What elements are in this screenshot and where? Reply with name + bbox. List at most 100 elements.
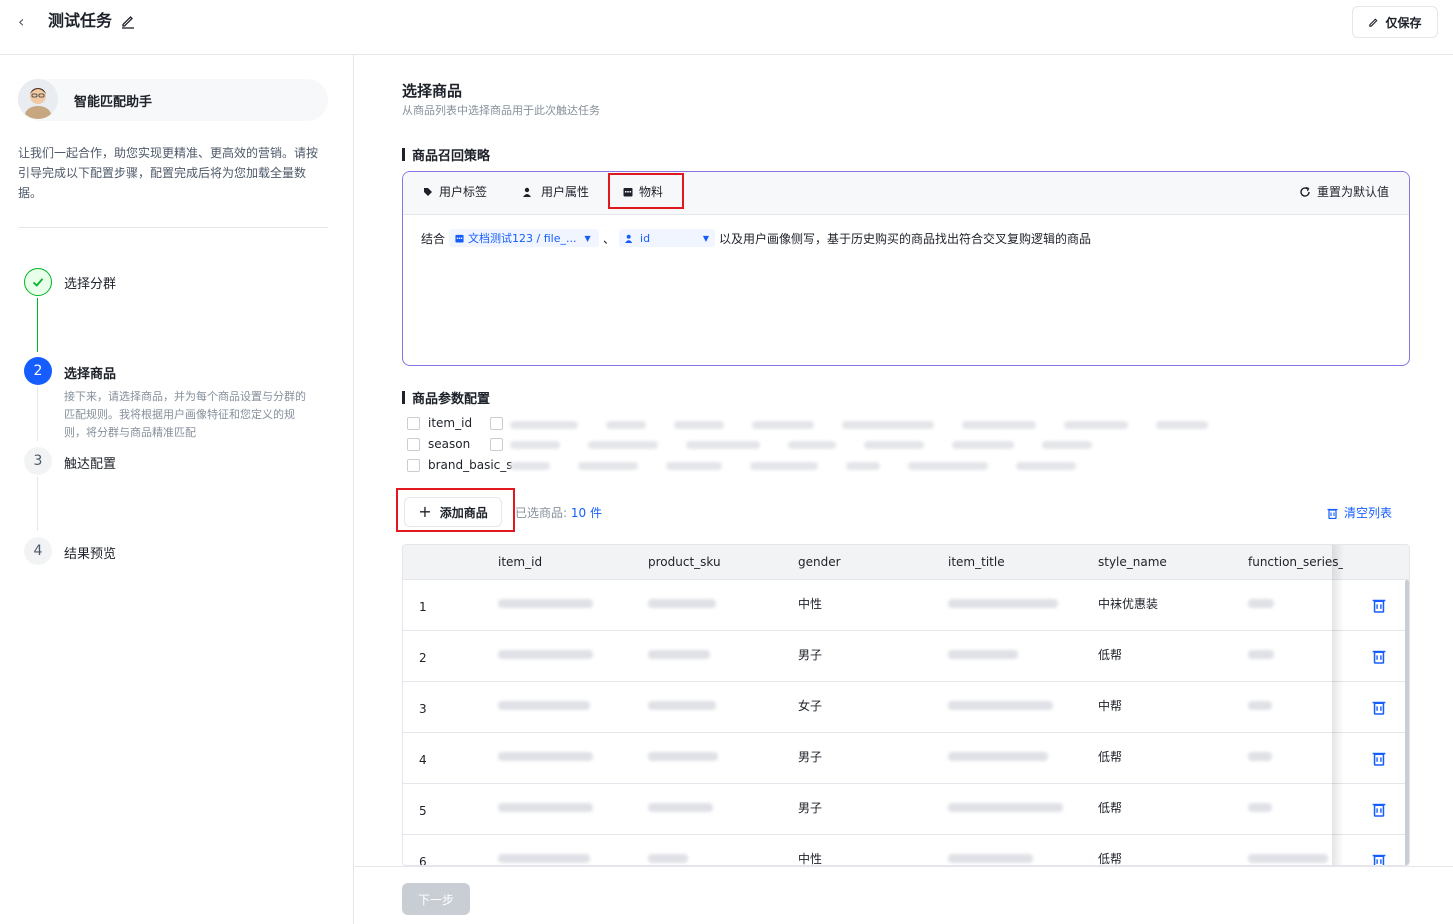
task-title: 测试任务 (48, 11, 113, 30)
assistant-name: 智能匹配助手 (74, 95, 153, 110)
checkbox[interactable] (407, 416, 420, 430)
attribute-select[interactable]: id ▼ (619, 229, 716, 247)
style-cell: 中袜优惠装 (1098, 597, 1159, 611)
row-index: 2 (419, 651, 427, 665)
highlight-box (608, 173, 684, 209)
blurred-cell (1248, 803, 1272, 812)
strategy-sentence: 结合 文档测试123 / file_... ▼ 、 id ▼ 以及用户画像侧写，… (421, 229, 1091, 247)
gender-cell: 中性 (798, 597, 823, 611)
tab-user-attributes[interactable]: 用户属性 (523, 183, 589, 200)
checkbox[interactable] (490, 417, 503, 430)
step-2-label[interactable]: 选择商品 (64, 363, 116, 382)
blurred-cell (648, 599, 716, 608)
blurred-cell (648, 803, 713, 812)
fixed-column-shadow (1332, 545, 1344, 865)
blurred-cell (1248, 752, 1272, 761)
material-select[interactable]: 文档测试123 / file_... ▼ (449, 229, 600, 247)
add-product-button[interactable]: + 添加商品 (404, 497, 502, 527)
column-header: style_name (1098, 555, 1167, 569)
reset-default-button[interactable]: 重置为默认值 (1299, 183, 1389, 200)
clear-list-button[interactable]: 清空列表 (1327, 504, 1392, 521)
table-row: 2 男子 低帮 (403, 631, 1409, 682)
blurred-cell (1248, 701, 1272, 710)
selected-count: 已选商品: 10 件 (515, 504, 602, 521)
assistant-avatar (18, 79, 58, 119)
step-2-description: 接下来，请选择商品，并为每个商品设置与分群的匹配规则。我将根据用户画像特征和您定… (64, 390, 306, 439)
tag-icon (424, 187, 432, 196)
step-connector (37, 387, 38, 441)
add-product-label: 添加商品 (439, 505, 488, 520)
row-index: 1 (419, 600, 427, 614)
param-label: item_id (428, 416, 473, 430)
table-row: 3 女子 中帮 (403, 682, 1409, 733)
param-item[interactable]: item_id (407, 416, 472, 430)
next-step-button[interactable]: 下一步 (402, 883, 470, 915)
selected-prefix: 已选商品: (515, 506, 568, 520)
product-table: item_id product_sku gender item_title st… (402, 544, 1410, 866)
section-subtitle: 从商品列表中选择商品用于此次触达任务 (402, 104, 600, 117)
edit-pencil-icon[interactable] (120, 13, 136, 29)
param-item[interactable]: season (407, 437, 470, 451)
blurred-params (510, 421, 1208, 429)
blurred-cell (948, 650, 1018, 659)
user-icon (625, 234, 633, 243)
style-cell: 低帮 (1098, 852, 1123, 866)
delete-row-icon[interactable] (1372, 750, 1386, 766)
blurred-cell (498, 599, 593, 608)
step-connector (37, 477, 38, 531)
blurred-cell (648, 701, 716, 710)
section-title: 选择商品 (402, 82, 463, 100)
gender-cell: 男子 (798, 648, 823, 662)
delete-row-icon[interactable] (1372, 852, 1386, 866)
table-row: 4 男子 低帮 (403, 733, 1409, 784)
delete-row-icon[interactable] (1372, 801, 1386, 817)
gender-cell: 中性 (798, 852, 823, 866)
blurred-cell (648, 854, 688, 863)
delete-row-icon[interactable] (1372, 699, 1386, 715)
caret-down-icon: ▼ (584, 233, 591, 243)
strategy-prefix: 结合 (421, 231, 446, 246)
checkbox[interactable] (407, 437, 420, 451)
column-header: item_title (948, 555, 1005, 569)
blurred-cell (498, 803, 593, 812)
blurred-params (510, 441, 1092, 449)
blurred-cell (648, 650, 710, 659)
clear-list-label: 清空列表 (1344, 506, 1393, 520)
blurred-cell (1248, 599, 1274, 608)
row-index: 4 (419, 753, 427, 767)
table-scrollbar[interactable] (1405, 580, 1409, 865)
delete-row-icon[interactable] (1372, 597, 1386, 613)
step-4-label[interactable]: 结果预览 (64, 543, 116, 562)
style-cell: 低帮 (1098, 648, 1123, 662)
style-cell: 低帮 (1098, 801, 1123, 815)
reset-label: 重置为默认值 (1316, 185, 1389, 199)
step-3-number: 3 (24, 447, 52, 475)
checkbox[interactable] (407, 458, 420, 472)
step-3-label[interactable]: 触达配置 (64, 453, 116, 472)
table-header: item_id product_sku gender item_title st… (403, 545, 1409, 580)
blurred-cell (948, 599, 1058, 608)
blurred-params (510, 462, 1076, 470)
row-index: 5 (419, 804, 427, 818)
selected-number: 10 件 (570, 506, 602, 520)
back-arrow-icon[interactable]: ‹ (18, 12, 34, 32)
assistant-intro: 让我们一起合作，助您实现更精准、更高效的营销。请按引导完成以下配置步骤，配置完成… (18, 146, 319, 200)
strategy-box: 用户标签 用户属性 物料 重置为默认值 结合 文档测试123 / file_..… (402, 171, 1410, 366)
delete-row-icon[interactable] (1372, 648, 1386, 664)
step-1-label[interactable]: 选择分群 (64, 273, 116, 292)
save-only-button[interactable]: 仅保存 (1352, 6, 1438, 38)
step-1-done-icon (24, 268, 52, 296)
strategy-heading: 商品召回策略 (402, 145, 490, 164)
gender-cell: 男子 (798, 801, 823, 815)
pencil-icon (1369, 18, 1378, 27)
tab-user-tags[interactable]: 用户标签 (423, 183, 487, 200)
blurred-cell (948, 752, 1048, 761)
gender-cell: 女子 (798, 699, 823, 713)
separator: 、 (603, 231, 616, 246)
param-item[interactable]: brand_basic_s (407, 458, 513, 472)
param-label: brand_basic_s (428, 458, 513, 472)
blurred-cell (948, 701, 1053, 710)
blurred-cell (498, 752, 593, 761)
blurred-cell (948, 854, 1033, 863)
checkbox[interactable] (490, 438, 503, 451)
